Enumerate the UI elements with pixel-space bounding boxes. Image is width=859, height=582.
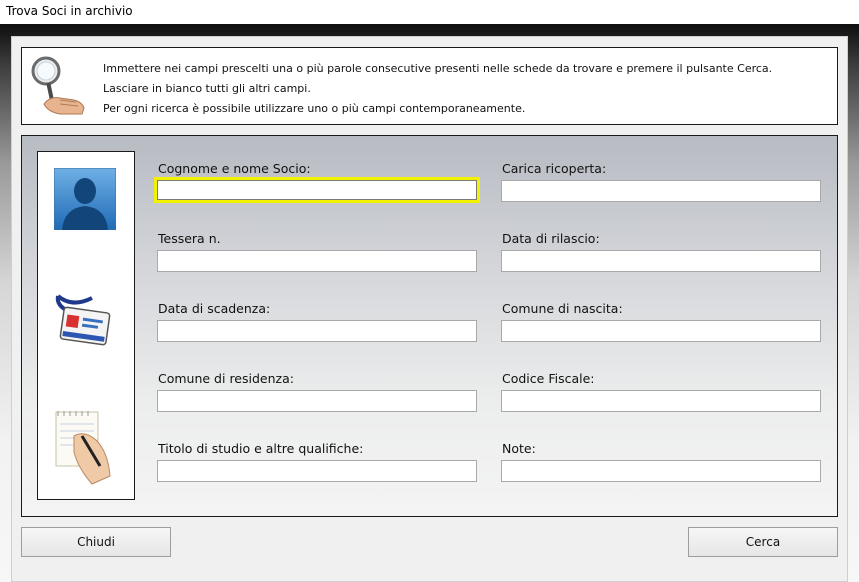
carica-input[interactable]: [501, 180, 821, 202]
window-title: Trova Soci in archivio: [6, 4, 133, 18]
instructions-line: Lasciare in bianco tutti gli altri campi…: [103, 82, 311, 95]
person-silhouette-icon: [54, 168, 116, 230]
search-button[interactable]: Cerca: [688, 527, 838, 557]
magnifier-hand-icon: [31, 56, 85, 115]
codice-fiscale-label: Codice Fiscale:: [502, 371, 595, 386]
note-label: Note:: [502, 441, 536, 456]
comune-residenza-input[interactable]: [157, 390, 477, 412]
instructions-box: Immettere nei campi prescelti una o più …: [21, 47, 838, 125]
instructions-text: Immettere nei campi prescelti una o più …: [103, 59, 772, 119]
cognome-nome-label: Cognome e nome Socio:: [158, 161, 311, 176]
comune-nascita-label: Comune di nascita:: [502, 301, 623, 316]
close-button[interactable]: Chiudi: [21, 527, 171, 557]
cognome-nome-input[interactable]: [154, 177, 480, 203]
carica-label: Carica ricoperta:: [502, 161, 607, 176]
note-input[interactable]: [501, 460, 821, 482]
titolo-studio-label: Titolo di studio e altre qualifiche:: [158, 441, 364, 456]
notepad-writing-icon: [55, 411, 111, 485]
data-scadenza-input[interactable]: [157, 320, 477, 342]
tessera-input[interactable]: [157, 250, 477, 272]
data-scadenza-label: Data di scadenza:: [158, 301, 271, 316]
icon-column: [37, 151, 135, 500]
comune-nascita-input[interactable]: [501, 320, 821, 342]
data-rilascio-input[interactable]: [501, 250, 821, 272]
title-bar: Trova Soci in archivio: [0, 0, 859, 24]
id-badge-icon: [55, 294, 111, 346]
search-form-panel: Cognome e nome Socio: Tessera n. Data di…: [21, 135, 838, 517]
tessera-label: Tessera n.: [158, 231, 221, 246]
titolo-studio-input[interactable]: [157, 460, 477, 482]
instructions-line: Immettere nei campi prescelti una o più …: [103, 62, 773, 75]
codice-fiscale-input[interactable]: [501, 390, 821, 412]
instructions-line: Per ogni ricerca è possibile utilizzare …: [103, 102, 526, 115]
comune-residenza-label: Comune di residenza:: [158, 371, 294, 386]
data-rilascio-label: Data di rilascio:: [502, 231, 600, 246]
